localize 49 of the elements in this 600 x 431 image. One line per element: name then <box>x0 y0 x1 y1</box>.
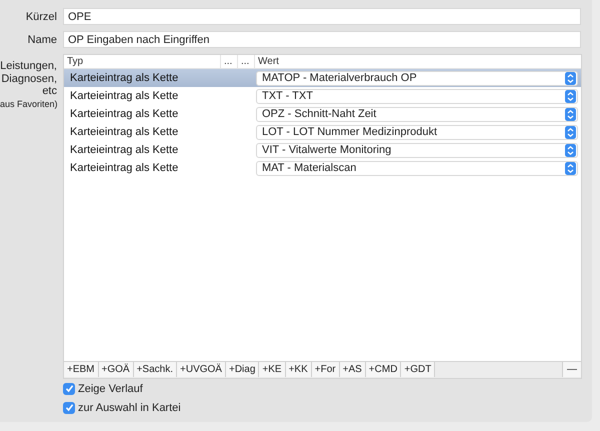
value-dropdown[interactable]: TXT - TXT <box>256 88 578 104</box>
add-button[interactable]: +AS <box>340 362 366 377</box>
value-dropdown[interactable]: VIT - Vitalwerte Monitoring <box>256 142 578 158</box>
add-button[interactable]: +Sachk. <box>134 362 178 377</box>
text-field[interactable]: OP Eingaben nach Eingriffen <box>63 31 581 48</box>
value-dropdown[interactable]: MATOP - Materialverbrauch OP <box>256 70 578 86</box>
stepper-icon <box>565 90 576 102</box>
column-header[interactable]: ... <box>238 55 255 68</box>
value-dropdown[interactable]: MAT - Materialscan <box>256 160 578 176</box>
table-row[interactable]: Karteieintrag als Kette MATOP - Materialverbrauch OP <box>64 69 581 87</box>
stepper-icon <box>565 126 576 138</box>
table-cell-text: Karteieintrag als Kette <box>69 108 180 120</box>
table-row[interactable]: Karteieintrag als Kette MAT - Materialscan <box>64 159 581 177</box>
checkbox[interactable] <box>63 382 75 394</box>
add-button[interactable]: +GOÄ <box>98 362 134 377</box>
remove-button[interactable]: — <box>562 362 581 377</box>
checkbox-label[interactable]: Zeige Verlauf <box>78 382 143 394</box>
table-cell-text: Karteieintrag als Kette <box>69 90 180 102</box>
field-label: Name <box>26 34 58 46</box>
table-label: Leistungen, Diagnosen, etc aus Favoriten) <box>0 59 59 111</box>
checkbox[interactable] <box>63 402 75 414</box>
stepper-icon <box>565 144 576 156</box>
table-row[interactable]: Karteieintrag als Kette OPZ - Schnitt-Naht Zeit <box>64 105 581 123</box>
text-field[interactable]: OPE <box>63 8 581 25</box>
value-dropdown[interactable]: LOT - LOT Nummer Medizinprodukt <box>256 124 578 140</box>
column-header[interactable]: Wert <box>255 55 581 68</box>
add-button[interactable]: +EBM <box>64 362 99 377</box>
stepper-icon <box>565 108 576 120</box>
add-button[interactable]: +GDT <box>401 362 436 377</box>
add-button[interactable]: +KE <box>259 362 286 377</box>
add-button[interactable]: +CMD <box>366 362 402 377</box>
table-cell-text: Karteieintrag als Kette <box>69 144 180 156</box>
table-cell-text: Karteieintrag als Kette <box>69 162 180 174</box>
table-cell-text: Karteieintrag als Kette <box>69 72 180 84</box>
add-button[interactable]: +UVGOÄ <box>177 362 226 377</box>
add-button[interactable]: +Diag <box>226 362 260 377</box>
checkbox-label[interactable]: zur Auswahl in Kartei <box>78 402 181 414</box>
column-header[interactable]: ... <box>221 55 238 68</box>
value-dropdown[interactable]: OPZ - Schnitt-Naht Zeit <box>256 106 578 122</box>
table-row[interactable]: Karteieintrag als Kette TXT - TXT <box>64 87 581 105</box>
add-button[interactable]: +KK <box>286 362 312 377</box>
stepper-icon <box>565 162 576 174</box>
table-row[interactable]: Karteieintrag als Kette VIT - Vitalwerte Monitoring <box>64 141 581 159</box>
stepper-icon <box>565 72 576 84</box>
add-button[interactable]: +For <box>312 362 340 377</box>
column-header[interactable]: Typ <box>64 55 221 68</box>
table-cell-text: Karteieintrag als Kette <box>69 126 180 138</box>
table-row[interactable]: Karteieintrag als Kette LOT - LOT Nummer Medizinprodukt <box>64 123 581 141</box>
field-label: Kürzel <box>24 10 58 22</box>
